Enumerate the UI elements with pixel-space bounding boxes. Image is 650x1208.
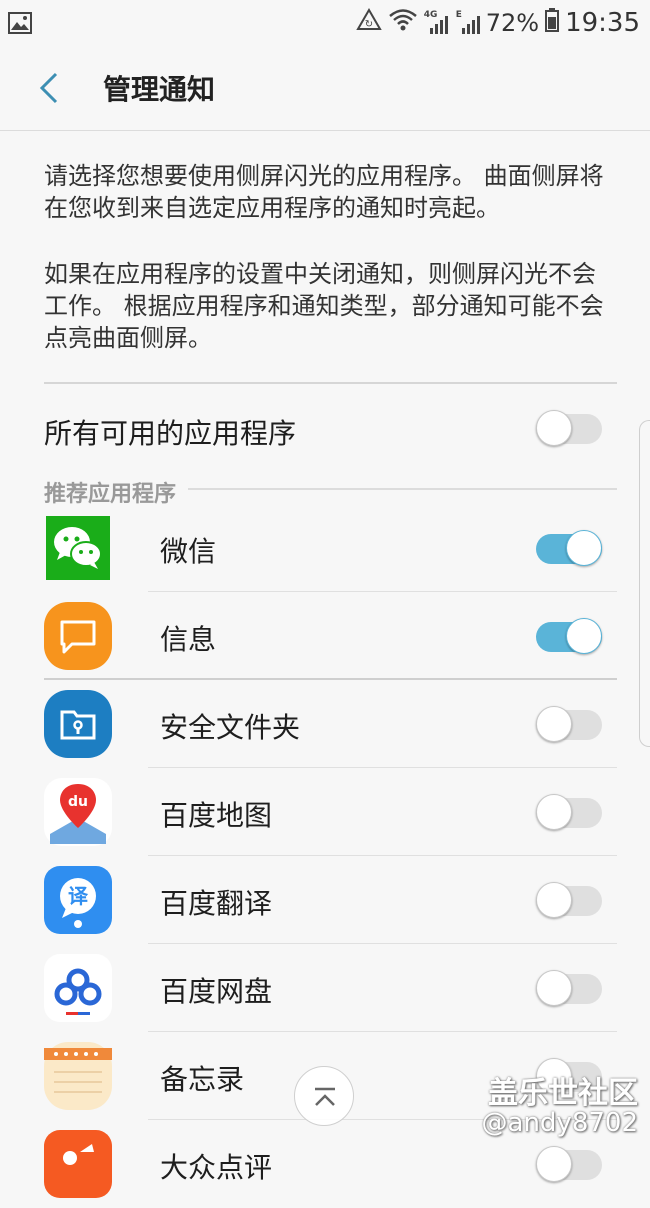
all-apps-label: 所有可用的应用程序 xyxy=(44,417,297,450)
secure-folder-icon xyxy=(44,690,112,758)
app-label: 信息 xyxy=(160,623,217,656)
app-label: 安全文件夹 xyxy=(160,711,301,744)
signal-4g-icon: 4G xyxy=(424,10,450,36)
app-label: 大众点评 xyxy=(160,1151,273,1184)
app-bar: 管理通知 xyxy=(0,48,650,131)
svg-text:译: 译 xyxy=(68,884,89,908)
edge-panel-handle[interactable] xyxy=(639,420,650,747)
app-row-baidu-map[interactable]: du 百度地图 xyxy=(0,768,650,856)
switch-knob xyxy=(536,1146,572,1182)
switch-knob xyxy=(536,706,572,742)
chevron-left-icon xyxy=(39,72,58,104)
switch-knob xyxy=(566,618,602,654)
all-apps-row[interactable]: 所有可用的应用程序 xyxy=(0,384,650,474)
clock: 19:35 xyxy=(565,8,640,38)
switch-knob xyxy=(536,410,572,446)
app-label: 百度翻译 xyxy=(160,887,273,920)
app-label: 微信 xyxy=(160,535,217,568)
memo-icon xyxy=(44,1042,112,1110)
dianping-icon xyxy=(44,1130,112,1198)
gallery-notification-icon xyxy=(8,12,32,38)
messages-switch[interactable] xyxy=(536,618,602,654)
wifi-icon xyxy=(388,8,418,38)
scroll-to-top-button[interactable] xyxy=(294,1066,354,1126)
battery-icon xyxy=(545,8,560,38)
app-label: 备忘录 xyxy=(160,1063,245,1096)
app-row-baidu-netdisk[interactable]: 百度网盘 xyxy=(0,944,650,1032)
chevron-up-icon xyxy=(315,1087,335,1106)
page-title: 管理通知 xyxy=(103,73,216,106)
battery-percent: 72% xyxy=(485,9,540,37)
app-row-secure-folder[interactable]: 安全文件夹 xyxy=(0,680,650,768)
app-label: 百度网盘 xyxy=(160,975,273,1008)
description-paragraph-1: 请选择您想要使用侧屏闪光的应用程序。 曲面侧屏将在您收到来自选定应用程序的通知时… xyxy=(44,162,604,222)
section-header: 推荐应用程序 xyxy=(44,474,617,508)
back-button[interactable] xyxy=(30,66,74,110)
wechat-switch[interactable] xyxy=(536,530,602,566)
signal-e-icon: E xyxy=(456,10,480,36)
app-row-wechat[interactable]: 微信 xyxy=(0,504,650,592)
app-row-baidu-translate[interactable]: 译 百度翻译 xyxy=(0,856,650,944)
baidu-map-icon: du xyxy=(44,778,112,846)
switch-knob xyxy=(536,882,572,918)
switch-knob xyxy=(536,970,572,1006)
secure-folder-switch[interactable] xyxy=(536,706,602,742)
dianping-switch[interactable] xyxy=(536,1146,602,1182)
status-bar: ↻ 4G E 72% 19:35 xyxy=(0,0,650,48)
data-saver-icon: ↻ xyxy=(355,8,382,38)
baidu-translate-switch[interactable] xyxy=(536,882,602,918)
wechat-icon xyxy=(44,514,112,582)
svg-text:↻: ↻ xyxy=(365,19,373,30)
svg-text:du: du xyxy=(68,794,88,810)
baidu-translate-icon: 译 xyxy=(44,866,112,934)
switch-knob xyxy=(536,794,572,830)
all-apps-switch[interactable] xyxy=(536,410,602,446)
watermark-title: 盖乐世社区 xyxy=(488,1076,638,1111)
messages-icon xyxy=(44,602,112,670)
app-row-messages[interactable]: 信息 xyxy=(0,592,650,680)
app-label: 百度地图 xyxy=(160,799,273,832)
baidu-netdisk-switch[interactable] xyxy=(536,970,602,1006)
watermark-handle: @andy8702 xyxy=(481,1108,638,1138)
description-paragraph-2: 如果在应用程序的设置中关闭通知，则侧屏闪光不会工作。 根据应用程序和通知类型，部… xyxy=(44,260,604,352)
baidu-map-switch[interactable] xyxy=(536,794,602,830)
baidu-netdisk-icon xyxy=(44,954,112,1022)
switch-knob xyxy=(566,530,602,566)
